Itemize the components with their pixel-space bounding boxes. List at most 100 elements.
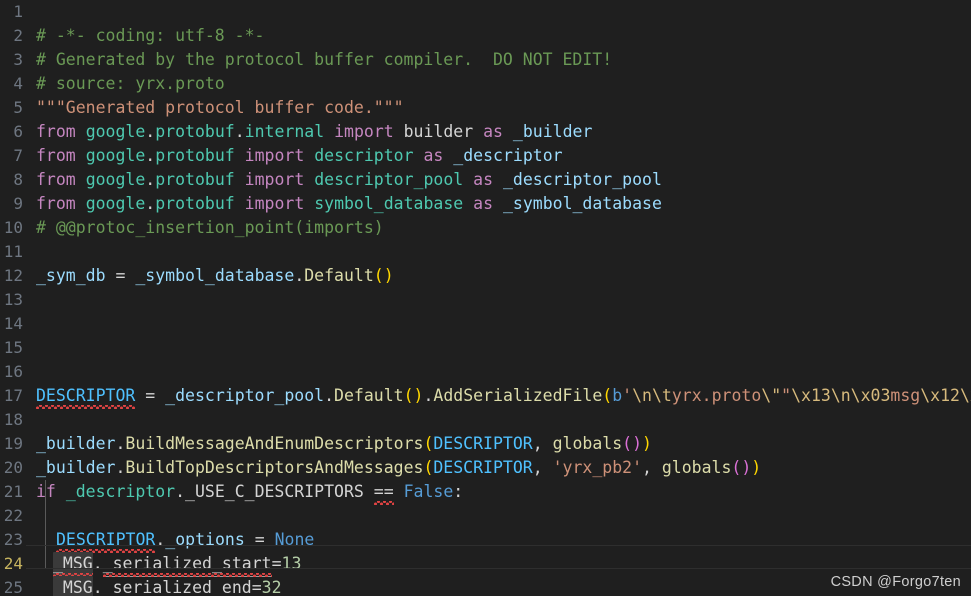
token-comment: # source: yrx.proto: [36, 74, 225, 93]
token-string: msg: [890, 386, 921, 405]
token-keyword: as: [483, 122, 503, 141]
token-dot: .: [92, 554, 103, 573]
token-attribute: _options: [165, 530, 245, 549]
token-keyword: import: [244, 146, 305, 165]
token-bracket: (): [403, 386, 424, 405]
line-number: 23: [3, 530, 23, 549]
token-bracket: (): [373, 266, 394, 285]
token-module: protobuf: [155, 194, 235, 213]
token-operator: =: [105, 266, 136, 285]
token-comma: ,: [532, 434, 553, 453]
token-dot: .: [92, 578, 103, 596]
line-number: 3: [13, 50, 23, 69]
token-error-symbol: DESCRIPTOR: [36, 384, 136, 409]
token-operator: =: [251, 578, 262, 596]
token-error-symbol: DESCRIPTOR: [56, 528, 156, 553]
token-bracket: (): [622, 434, 643, 453]
token-variable: _sym_db: [36, 266, 106, 285]
line-number: 1: [13, 2, 23, 21]
token-escape: \n\t: [632, 386, 672, 405]
line-number: 15: [3, 338, 23, 357]
token-keyword: as: [473, 194, 494, 213]
token-string: ': [622, 386, 633, 405]
token-class: DESCRIPTOR: [433, 458, 533, 477]
line-number: 21: [3, 482, 23, 501]
code-editor[interactable]: 1 2 3 4 5 6 7 8 9 10 11 12 13 14 15 16 1…: [0, 0, 971, 596]
token-dot: .: [115, 434, 126, 453]
line-number: 11: [3, 242, 23, 261]
token-module: google: [85, 170, 146, 189]
token-module: descriptor: [304, 146, 424, 165]
token-module: google: [85, 146, 146, 165]
watermark: CSDN @Forgo7ten: [830, 574, 961, 590]
token-dot: .: [324, 386, 335, 405]
token-attribute: _USE_C_DESCRIPTORS: [185, 482, 364, 501]
token-module: protobuf: [155, 122, 235, 141]
token-error-attribute: _serialized_end: [103, 576, 252, 596]
token-bracket: (: [423, 458, 434, 477]
token-keyword: import: [244, 170, 305, 189]
token-module: protobuf: [155, 170, 235, 189]
line-number-active: 24: [3, 554, 23, 573]
line-number: 19: [3, 434, 23, 453]
line-number: 17: [3, 386, 23, 405]
token-bracket: (): [731, 458, 752, 477]
token-dot: .: [234, 122, 245, 141]
token-alias: _descriptor: [443, 146, 563, 165]
token-string: ": [781, 386, 792, 405]
token-bracket: ): [642, 434, 652, 453]
token-keyword: import: [244, 194, 305, 213]
token-name: builder: [393, 122, 484, 141]
token-bracket: (: [602, 386, 613, 405]
token-alias: _symbol_database: [493, 194, 662, 213]
token-operator: =: [271, 554, 282, 573]
line-number: 7: [13, 146, 23, 165]
token-escape: \": [761, 386, 782, 405]
token-number: 13: [281, 554, 302, 573]
token-escape: \x13\n\x03: [791, 386, 891, 405]
line-number: 8: [13, 170, 23, 189]
token-function: globals: [552, 434, 623, 453]
token-dot: .: [294, 266, 305, 285]
token-colon: :: [453, 482, 464, 501]
line-number: 2: [13, 26, 23, 45]
token-dot: .: [145, 146, 156, 165]
token-comma: ,: [532, 458, 553, 477]
line-number: 18: [3, 410, 23, 429]
token-error-operator: ==: [373, 480, 394, 505]
token-keyword: import: [334, 122, 394, 141]
token-keyword: as: [473, 170, 494, 189]
token-module: protobuf: [155, 146, 235, 165]
token-dot: .: [145, 170, 156, 189]
divider: [0, 568, 971, 569]
token-variable: _descriptor_pool: [165, 386, 325, 405]
token-bytes-prefix: b: [612, 386, 623, 405]
line-number: 9: [13, 194, 23, 213]
token-alias: _descriptor_pool: [493, 170, 662, 189]
token-module: descriptor_pool: [304, 170, 474, 189]
code-content[interactable]: # -*- coding: utf-8 -*- # Generated by t…: [0, 0, 971, 596]
token-function: AddSerializedFile: [433, 386, 603, 405]
token-dot: .: [155, 530, 166, 549]
token-function: Default: [304, 266, 374, 285]
token-comma: ,: [642, 458, 662, 477]
token-module: google: [85, 194, 146, 213]
token-dot: .: [115, 458, 126, 477]
divider: [0, 545, 971, 546]
token-alias: _builder: [502, 122, 593, 141]
token-function: BuildTopDescriptorsAndMessages: [125, 458, 424, 477]
line-number-gutter: 1 2 3 4 5 6 7 8 9 10 11 12 13 14 15 16 1…: [0, 0, 26, 596]
token-escape: \x12\x0c\: [920, 386, 971, 405]
token-function: Default: [334, 386, 404, 405]
line-number: 5: [13, 98, 23, 117]
line-number: 10: [3, 218, 23, 237]
line-number: 13: [3, 290, 23, 309]
token-error-attribute: _serialized_start: [102, 552, 272, 577]
